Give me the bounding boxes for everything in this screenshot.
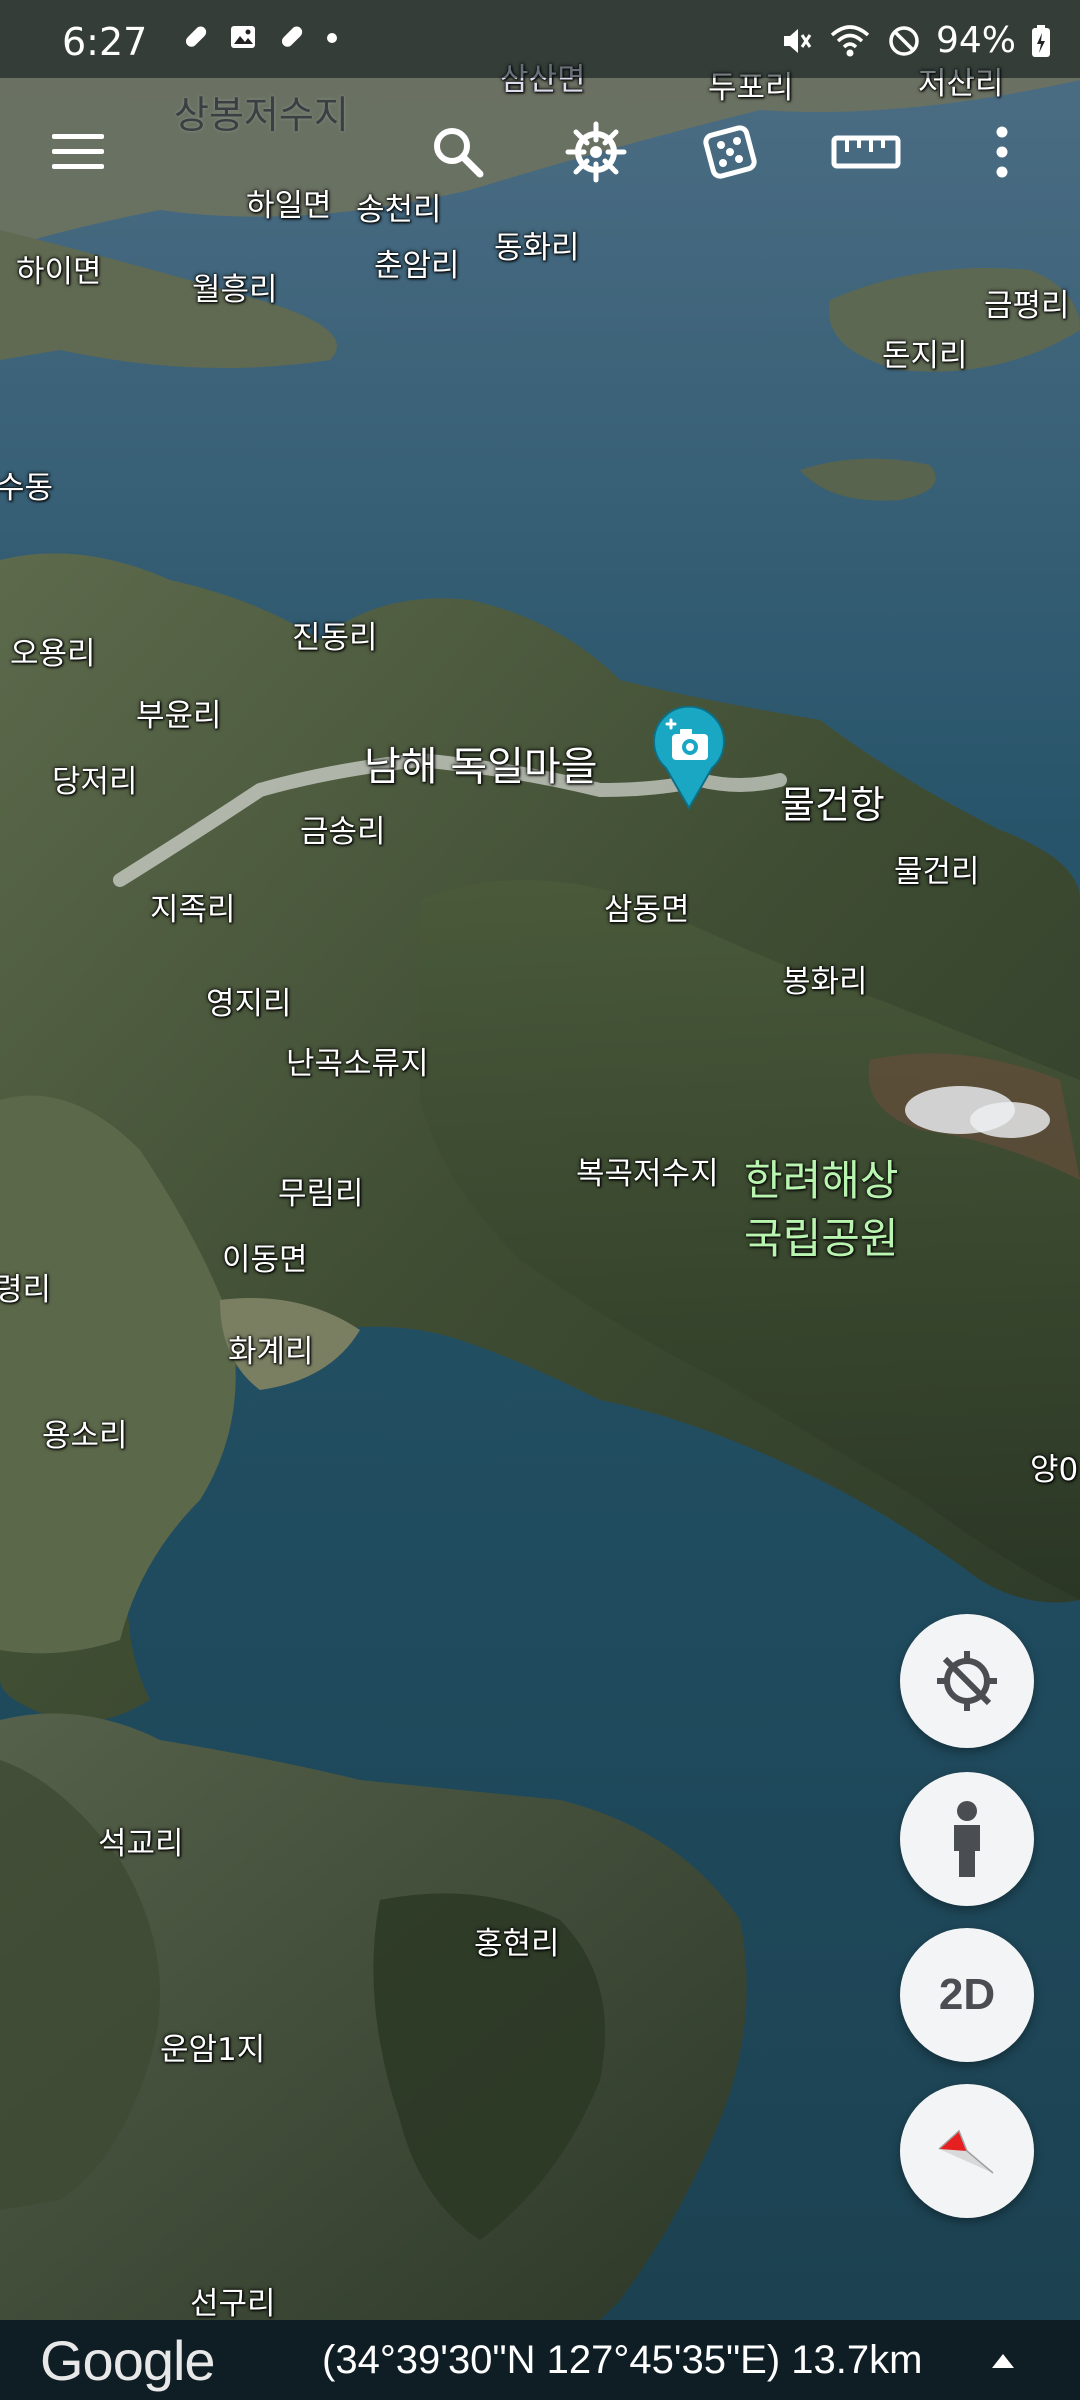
map-label-unam: 운암1지 bbox=[160, 2032, 266, 2068]
chevron-up-icon[interactable] bbox=[990, 2350, 1016, 2370]
battery-percent: 94% bbox=[935, 20, 1016, 61]
map-label-hwagye: 화계리 bbox=[228, 1334, 314, 1370]
map-label-geumpyeong: 금평리 bbox=[984, 288, 1070, 324]
map-label-donji: 돈지리 bbox=[882, 338, 968, 374]
compass-icon bbox=[938, 2129, 994, 2174]
measure-button[interactable] bbox=[826, 112, 906, 192]
map-label-bokgok: 복곡저수지 bbox=[576, 1156, 719, 1192]
map-label-mulgeon-ri: 물건리 bbox=[894, 854, 980, 890]
gallery-notification-icon bbox=[231, 26, 255, 48]
more-options-button[interactable] bbox=[962, 112, 1042, 192]
compass-button[interactable] bbox=[900, 2084, 1034, 2218]
menu-icon bbox=[52, 134, 104, 169]
street-view-button[interactable] bbox=[900, 1772, 1034, 1906]
ruler-icon bbox=[831, 135, 901, 169]
park-label-line1: 한려해상 bbox=[744, 1156, 899, 1205]
map-label-idong: 이동면 bbox=[222, 1242, 308, 1278]
map-label-geumsong: 금송리 bbox=[300, 814, 386, 850]
search-button[interactable] bbox=[418, 112, 498, 192]
park-label-line2: 국립공원 bbox=[744, 1214, 899, 1263]
map-label-yang: 양0 bbox=[1030, 1452, 1079, 1488]
map-label-national-park[interactable]: 한려해상 국립공원 bbox=[744, 1152, 899, 1268]
pill-notification-icon-2 bbox=[281, 26, 303, 47]
dice-icon bbox=[703, 125, 757, 179]
more-vert-icon bbox=[996, 126, 1008, 178]
map-label-haimyeon: 하이면 bbox=[16, 254, 102, 290]
map-label-murim: 무림리 bbox=[278, 1176, 364, 1212]
more-notifications-dot-icon bbox=[327, 33, 337, 43]
map-label-wolheung: 월흥리 bbox=[192, 272, 278, 308]
map-label-yongso: 용소리 bbox=[42, 1418, 128, 1454]
mute-icon bbox=[783, 28, 812, 53]
map-label-mulgeon-port: 물건항 bbox=[780, 783, 885, 827]
coordinates-readout: (34°39'30"N 127°45'35"E) 13.7km bbox=[322, 2338, 923, 2382]
map-label-sudong: 수동 bbox=[0, 470, 54, 506]
bottom-info-bar: Google (34°39'30"N 127°45'35"E) 13.7km bbox=[0, 2320, 1080, 2400]
map-label-village[interactable]: 남해 독일마을 bbox=[364, 734, 598, 792]
wifi-icon bbox=[830, 24, 870, 56]
view-mode-toggle-button[interactable]: 2D bbox=[900, 1928, 1034, 2062]
map-label-sangbong: 상봉저수지 bbox=[174, 93, 349, 137]
map-label-dangjeo: 당저리 bbox=[52, 764, 138, 800]
map-label-seongu: 선구리 bbox=[190, 2286, 276, 2322]
map-label-bonghwa: 봉화리 bbox=[782, 964, 868, 1000]
map-label-jindong: 진동리 bbox=[292, 620, 378, 656]
map-label-nangok: 난곡소류지 bbox=[286, 1046, 429, 1082]
map-label-buyun: 부윤리 bbox=[136, 698, 222, 734]
map-label-ryeong: 령리 bbox=[0, 1272, 52, 1308]
menu-button[interactable] bbox=[38, 112, 118, 192]
map-label-dongwha: 동화리 bbox=[494, 230, 580, 266]
photo-place-pin[interactable] bbox=[652, 705, 726, 811]
map-label-samdong: 삼동면 bbox=[604, 892, 690, 928]
do-not-disturb-icon bbox=[889, 25, 919, 56]
map-label-ogri: 오용리 bbox=[10, 636, 96, 672]
location-disabled-icon bbox=[937, 1651, 997, 1711]
map-label-jijok: 지족리 bbox=[150, 892, 236, 928]
map-label-seokgyo: 석교리 bbox=[98, 1826, 184, 1862]
status-time: 6:27 bbox=[62, 20, 148, 64]
google-logo: Google bbox=[40, 2329, 216, 2392]
battery-charging-icon bbox=[1032, 24, 1050, 57]
map-label-hongheon: 홍현리 bbox=[474, 1926, 560, 1962]
map-label-chunam: 춘암리 bbox=[374, 248, 460, 284]
ship-wheel-icon bbox=[565, 121, 627, 183]
map-label-hail: 하일면 bbox=[246, 188, 332, 224]
voyager-button[interactable] bbox=[556, 112, 636, 192]
view-mode-label: 2D bbox=[938, 1970, 996, 2019]
my-location-button[interactable] bbox=[900, 1614, 1034, 1748]
search-icon bbox=[434, 128, 484, 178]
status-bar: 6:27 94% bbox=[0, 0, 1080, 78]
pegman-icon bbox=[954, 1801, 980, 1877]
pill-notification-icon bbox=[185, 26, 207, 47]
map-label-yeongji: 영지리 bbox=[206, 986, 292, 1022]
random-place-button[interactable] bbox=[690, 112, 770, 192]
